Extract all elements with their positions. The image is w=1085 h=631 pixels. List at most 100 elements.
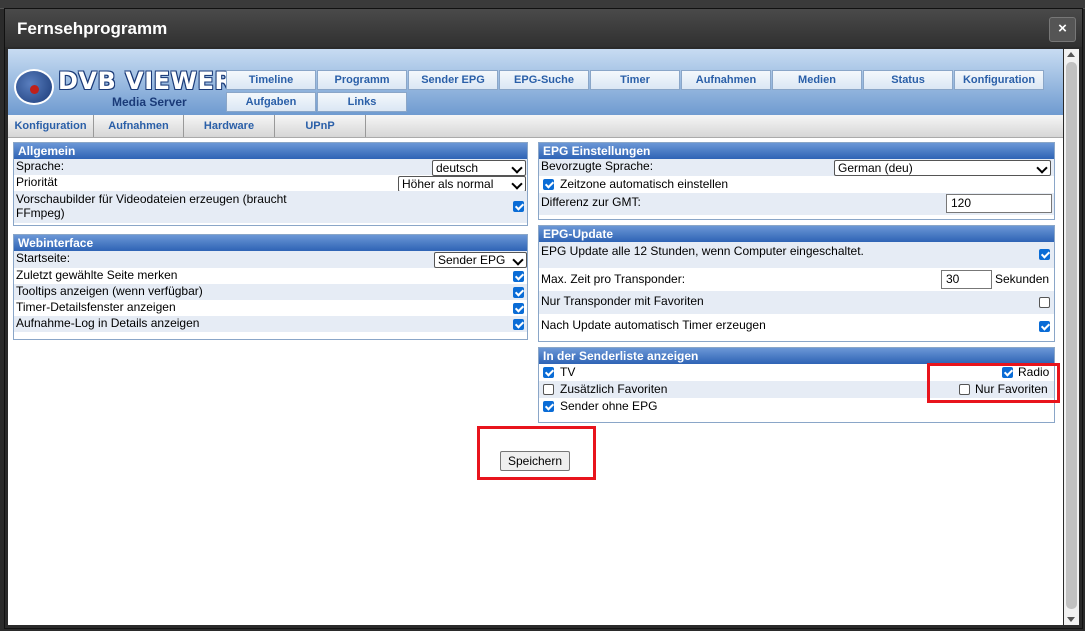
- row-zeitzone: Zeitzone automatisch einstellen: [539, 176, 1054, 193]
- dialog-title: Fernsehprogramm: [17, 19, 168, 38]
- select-prioritaet[interactable]: Höher als normal: [398, 176, 526, 192]
- label-startseite: Startseite:: [16, 251, 71, 265]
- nav-tab-timeline[interactable]: Timeline: [226, 70, 316, 90]
- checkbox-autotimer[interactable]: [1039, 321, 1050, 332]
- row-prioritaet: Priorität Höher als normal: [14, 175, 527, 192]
- checkbox-nurtransponder[interactable]: [1039, 297, 1050, 308]
- checkbox-zuletzt[interactable]: [513, 271, 524, 282]
- label-zeitzone: Zeitzone automatisch einstellen: [560, 177, 729, 191]
- nav-tab-status[interactable]: Status: [863, 70, 953, 90]
- panel-title-epg-update: EPG-Update: [539, 226, 1054, 242]
- label-gmt: Differenz zur GMT:: [541, 195, 641, 209]
- panel-epg-update: EPG-Update EPG Update alle 12 Stunden, w…: [538, 225, 1055, 342]
- select-bevorzugte-sprache-value: German (deu): [838, 161, 913, 175]
- label-timerdetails: Timer-Detailsfenster anzeigen: [16, 300, 176, 314]
- label-zusaetzlich-favoriten: Zusätzlich Favoriten: [560, 382, 668, 396]
- checkbox-aufnahmelog[interactable]: [513, 319, 524, 330]
- nav-tab-medien[interactable]: Medien: [772, 70, 862, 90]
- row-zuletzt: Zuletzt gewählte Seite merken: [14, 268, 527, 284]
- select-bevorzugte-sprache[interactable]: German (deu): [834, 160, 1051, 176]
- dvbviewer-logo-icon: [14, 69, 54, 105]
- chevron-down-icon: [511, 162, 523, 174]
- row-aufnahmelog: Aufnahme-Log in Details anzeigen: [14, 316, 527, 332]
- save-button[interactable]: Speichern: [500, 451, 570, 471]
- row-sprache: Sprache: deutsch: [14, 159, 527, 176]
- highlight-box-radio-favoriten: [927, 363, 1060, 403]
- label-ohne-epg: Sender ohne EPG: [560, 399, 658, 413]
- nav-tab-sender-epg[interactable]: Sender EPG: [408, 70, 498, 90]
- logo-subtitle: Media Server: [112, 95, 187, 109]
- dialog-window: Fernsehprogramm × DVB VIEWER Media Serve…: [4, 8, 1083, 629]
- app-header: DVB VIEWER Media Server Timeline Program…: [8, 49, 1063, 115]
- row-timerdetails: Timer-Detailsfenster anzeigen: [14, 300, 527, 316]
- select-prioritaet-value: Höher als normal: [402, 177, 494, 191]
- panel-title-senderliste: In der Senderliste anzeigen: [539, 348, 1054, 364]
- label-maxzeit: Max. Zeit pro Transponder:: [541, 272, 686, 286]
- dialog-titlebar[interactable]: Fernsehprogramm ×: [5, 9, 1082, 47]
- select-startseite[interactable]: Sender EPG: [434, 252, 527, 268]
- nav-tab-epg-suche[interactable]: EPG-Suche: [499, 70, 589, 90]
- label-epg-update-interval: EPG Update alle 12 Stunden, wenn Compute…: [541, 244, 864, 258]
- label-nurtransponder: Nur Transponder mit Favoriten: [541, 294, 704, 308]
- row-vorschaubilder: Vorschaubilder für Videodateien erzeugen…: [14, 191, 527, 223]
- label-aufnahmelog: Aufnahme-Log in Details anzeigen: [16, 316, 200, 330]
- label-tv: TV: [560, 365, 576, 379]
- checkbox-epg-update-interval[interactable]: [1039, 249, 1050, 260]
- row-startseite: Startseite: Sender EPG: [14, 251, 527, 268]
- panel-title-webinterface: Webinterface: [14, 235, 527, 251]
- nav-tab-aufgaben[interactable]: Aufgaben: [226, 92, 316, 112]
- row-maxzeit: Max. Zeit pro Transponder: 30 Sekunden: [539, 268, 1054, 291]
- subnav-hardware[interactable]: Hardware: [184, 115, 275, 137]
- label-bevorzugte-sprache: Bevorzugte Sprache:: [541, 159, 654, 173]
- row-tooltips: Tooltips anzeigen (wenn verfügbar): [14, 284, 527, 300]
- chevron-down-icon: [512, 254, 524, 266]
- select-sprache[interactable]: deutsch: [432, 160, 526, 176]
- scroll-thumb[interactable]: [1066, 62, 1077, 609]
- panel-webinterface: Webinterface Startseite: Sender EPG Zule…: [13, 234, 528, 340]
- vertical-scrollbar[interactable]: [1064, 49, 1079, 625]
- panel-allgemein: Allgemein Sprache: deutsch Priorität Höh…: [13, 142, 528, 226]
- label-sprache: Sprache:: [16, 159, 65, 173]
- subnav-upnp[interactable]: UPnP: [275, 115, 366, 137]
- label-vorschaubilder-2: FFmpeg): [16, 206, 65, 220]
- nav-tab-programm[interactable]: Programm: [317, 70, 407, 90]
- label-autotimer: Nach Update automatisch Timer erzeugen: [541, 318, 766, 332]
- scroll-up-arrow-icon[interactable]: [1067, 52, 1075, 57]
- subnav-konfiguration[interactable]: Konfiguration: [8, 115, 94, 137]
- checkbox-tooltips[interactable]: [513, 287, 524, 298]
- panel-title-allgemein: Allgemein: [14, 143, 527, 159]
- panel-title-epg-einstellungen: EPG Einstellungen: [539, 143, 1054, 159]
- nav-tab-timer[interactable]: Timer: [590, 70, 680, 90]
- nav-tab-links[interactable]: Links: [317, 92, 407, 112]
- dialog-content: DVB VIEWER Media Server Timeline Program…: [8, 49, 1063, 625]
- checkbox-tv[interactable]: [543, 367, 554, 378]
- label-zuletzt: Zuletzt gewählte Seite merken: [16, 268, 178, 282]
- nav-tab-konfiguration[interactable]: Konfiguration: [954, 70, 1044, 90]
- row-bevorzugte-sprache: Bevorzugte Sprache: German (deu): [539, 159, 1054, 176]
- scroll-down-arrow-icon[interactable]: [1067, 617, 1075, 622]
- label-tooltips: Tooltips anzeigen (wenn verfügbar): [16, 284, 203, 298]
- checkbox-vorschaubilder[interactable]: [513, 201, 524, 212]
- label-maxzeit-unit: Sekunden: [995, 272, 1050, 286]
- checkbox-timerdetails[interactable]: [513, 303, 524, 314]
- sub-navigation: Konfiguration Aufnahmen Hardware UPnP: [8, 115, 1063, 138]
- label-prioritaet: Priorität: [16, 175, 58, 189]
- chevron-down-icon: [1036, 162, 1048, 174]
- input-gmt[interactable]: 120: [946, 194, 1052, 213]
- row-epg-update-interval: EPG Update alle 12 Stunden, wenn Compute…: [539, 242, 1054, 268]
- label-vorschaubilder-1: Vorschaubilder für Videodateien erzeugen…: [16, 192, 287, 206]
- checkbox-zeitzone[interactable]: [543, 179, 554, 190]
- logo-title: DVB VIEWER: [58, 67, 234, 95]
- row-nurtransponder: Nur Transponder mit Favoriten: [539, 291, 1054, 314]
- select-sprache-value: deutsch: [436, 161, 479, 175]
- subnav-aufnahmen[interactable]: Aufnahmen: [94, 115, 184, 137]
- nav-tab-aufnahmen[interactable]: Aufnahmen: [681, 70, 771, 90]
- chevron-down-icon: [511, 178, 523, 190]
- close-button[interactable]: ×: [1049, 17, 1076, 42]
- row-autotimer: Nach Update automatisch Timer erzeugen: [539, 314, 1054, 337]
- checkbox-ohne-epg[interactable]: [543, 401, 554, 412]
- checkbox-zusaetzlich-favoriten[interactable]: [543, 384, 554, 395]
- input-maxzeit[interactable]: 30: [941, 270, 992, 289]
- panel-epg-einstellungen: EPG Einstellungen Bevorzugte Sprache: Ge…: [538, 142, 1055, 220]
- select-startseite-value: Sender EPG: [438, 253, 506, 267]
